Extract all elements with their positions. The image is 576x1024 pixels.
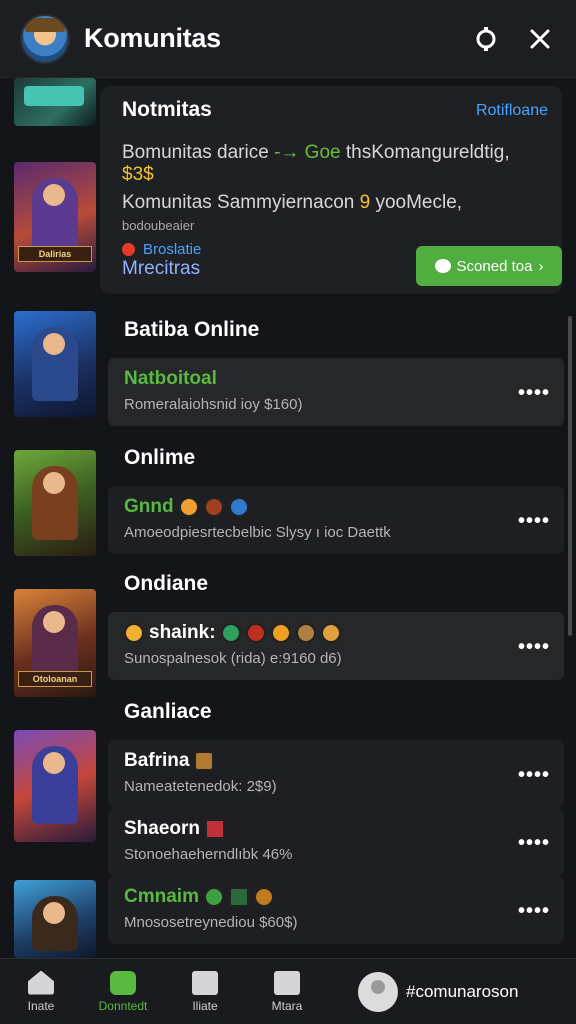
more-icon[interactable]: •••• (518, 764, 550, 787)
nav-item-clipboard[interactable]: Iliate (164, 970, 246, 1013)
badge-icon (203, 497, 224, 517)
profile-avatar-icon (358, 971, 398, 1012)
card-icon (228, 887, 249, 907)
game-art[interactable] (14, 450, 96, 556)
flag-icon (205, 819, 226, 839)
badge-icon (320, 623, 341, 643)
row-name: Bafrina (124, 750, 548, 772)
page-title: Komunitas (84, 23, 221, 53)
row-name: Shaeorn (124, 818, 548, 840)
chat-icon (110, 970, 136, 995)
row-name: Gnnd (124, 496, 548, 518)
home-icon (28, 970, 54, 995)
row-desc: Stonoehaeherndlıbk 46% (124, 846, 293, 863)
badge-icon (295, 623, 316, 643)
profile-button[interactable]: #comunaroson (358, 971, 519, 1012)
game-art[interactable]: Otoloanan (14, 589, 96, 697)
more-icon[interactable]: •••• (518, 832, 550, 855)
list-item[interactable]: Natboitoal Romeralaiohsnid ioy $160) •••… (108, 358, 564, 426)
community-list: Batiba Online Natboitoal Romeralaiohsnid… (108, 304, 572, 954)
emoji-icon: 9 (359, 192, 371, 213)
art-banner-label: Otoloanan (18, 671, 92, 687)
section-title: Batiba Online (124, 318, 260, 341)
scrollbar[interactable] (568, 316, 572, 636)
badge-icon (228, 497, 249, 517)
row-name: Cmnaim (124, 886, 548, 908)
notification-message-line: Bomunitas darice -→ Goe thsKomangureldti… (122, 142, 510, 185)
row-name: shaink: (124, 622, 548, 644)
section-title: Ganliace (124, 700, 212, 723)
game-art[interactable] (14, 880, 96, 958)
list-item[interactable]: Shaeorn Stonoehaeherndlıbk 46% •••• (108, 808, 564, 876)
game-art[interactable]: Dalirias (14, 162, 96, 272)
nav-item-robot[interactable]: Mtara (246, 970, 328, 1013)
game-art-rail: Dalirias Otoloanan (14, 78, 96, 958)
badge-icon (178, 497, 199, 517)
game-art[interactable] (14, 311, 96, 417)
clipboard-icon (192, 970, 218, 995)
section-title: Onlime (124, 446, 196, 469)
app-header: Komunitas (0, 0, 576, 78)
coin-icon (253, 887, 274, 907)
status-dot-icon (122, 243, 135, 256)
game-art[interactable] (14, 730, 96, 842)
more-icon[interactable]: •••• (518, 510, 550, 533)
chest-icon (194, 751, 215, 771)
heart-icon (434, 259, 451, 273)
notification-footer-label: Mrecitras (122, 258, 201, 279)
more-icon[interactable]: •••• (518, 636, 550, 659)
row-desc: Amoeodpiesrtecbelbic Slysy ı ioc Daettk (124, 524, 391, 541)
robot-icon (274, 970, 300, 995)
list-item[interactable]: Cmnaim Mnososetreynediou $60$) •••• (108, 876, 564, 944)
section-title: Ondiane (124, 572, 209, 595)
game-art[interactable] (14, 78, 96, 126)
close-icon[interactable] (524, 23, 556, 55)
more-icon[interactable]: •••• (518, 382, 550, 405)
notification-message-line: Komunitas Sammyiernacon 9 yooMecle, (122, 192, 463, 213)
chevron-right-icon: › (538, 257, 544, 275)
bottom-nav: Inate Donntedt Iliate Mtara #comunaroson (0, 958, 576, 1024)
user-avatar[interactable] (20, 13, 70, 64)
nav-item-home[interactable]: Inate (0, 970, 82, 1013)
send-button[interactable]: Sconed toa › (416, 246, 562, 286)
ring-icon[interactable] (470, 23, 502, 55)
more-icon[interactable]: •••• (518, 900, 550, 923)
notification-card: Notmitas Rotifloane Bomunitas darice -→ … (100, 86, 562, 294)
list-item[interactable]: shaink: Sunospalnesok (rida) e:9160 d6) … (108, 612, 564, 680)
nav-item-chat[interactable]: Donntedt (82, 970, 164, 1013)
notification-link[interactable]: Rotifloane (476, 102, 548, 120)
badge-icon (124, 623, 144, 643)
row-desc: Mnososetreynediou $60$) (124, 914, 298, 931)
list-item[interactable]: Bafrina Nameatetenedok: 2$9) •••• (108, 740, 564, 808)
row-desc: Romeralaiohsnid ioy $160) (124, 396, 303, 413)
notification-subtext: bodoubeaier (122, 218, 195, 233)
list-item[interactable]: Gnnd Amoeodpiesrtecbelbic Slysy ı ioc Da… (108, 486, 564, 554)
row-desc: Sunospalnesok (rida) e:9160 d6) (124, 650, 342, 667)
clover-icon (203, 887, 224, 907)
badge-icon (270, 623, 291, 643)
art-banner-label: Dalirias (18, 246, 92, 262)
badge-icon (245, 623, 266, 643)
badge-icon (220, 623, 241, 643)
row-desc: Nameatetenedok: 2$9) (124, 778, 277, 795)
profile-name: #comunaroson (406, 981, 519, 1001)
row-name: Natboitoal (124, 368, 217, 389)
